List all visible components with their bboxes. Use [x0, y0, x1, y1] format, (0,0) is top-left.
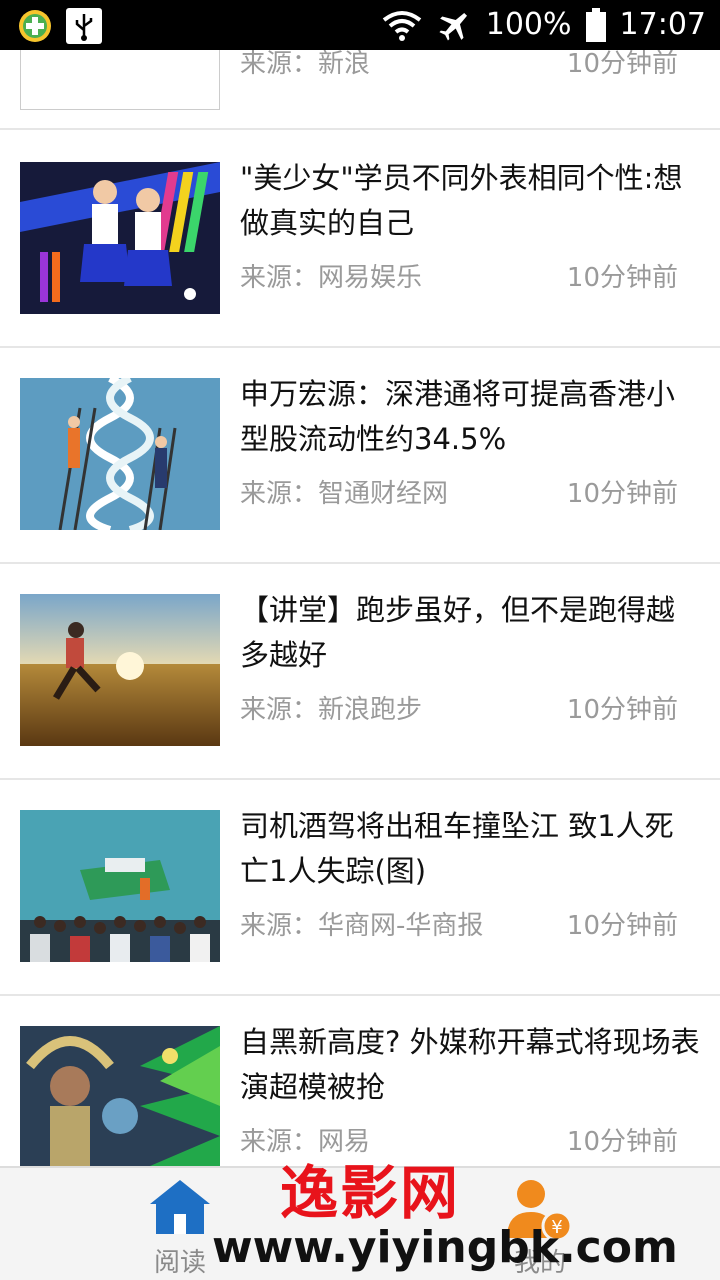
stage-performance-image — [20, 162, 220, 314]
news-time: 10分钟前 — [566, 263, 678, 293]
news-item[interactable]: "美少女"学员不同外表相同个性:想做真实的自己 来源：网易娱乐 10分钟前 — [0, 132, 720, 348]
news-time: 10分钟前 — [566, 1127, 678, 1157]
watermark-url: www.yiyingbk.com — [212, 1222, 678, 1273]
news-source: 来源：新浪跑步 — [240, 695, 423, 725]
news-time: 10分钟前 — [566, 695, 678, 725]
battery-percentage: 100% — [485, 7, 572, 42]
news-time: 10分钟前 — [566, 479, 678, 509]
news-item[interactable]: 来源：新浪 10分钟前 — [0, 50, 720, 130]
clock: 17:07 — [619, 7, 706, 42]
news-item[interactable]: 【讲堂】跑步虽好，但不是跑得越多越好 来源：新浪跑步 10分钟前 — [0, 564, 720, 780]
news-title: 自黑新高度? 外媒称开幕式将现场表演超模被抢 — [240, 1025, 700, 1104]
status-bar: 100% 17:07 — [0, 0, 720, 50]
news-title: 司机酒驾将出租车撞坠江 致1人死亡1人失踪(图) — [240, 809, 674, 888]
car-river-rescue-image — [20, 810, 220, 962]
carnival-dancer-image — [20, 1026, 220, 1166]
news-time: 10分钟前 — [566, 50, 678, 79]
runner-sunset-image — [20, 594, 220, 746]
dna-ladder-illustration — [20, 378, 220, 530]
news-thumbnail — [20, 50, 220, 110]
360-security-icon — [19, 10, 51, 42]
home-icon — [150, 1180, 210, 1234]
news-source: 来源：网易娱乐 — [240, 263, 423, 293]
news-item[interactable]: 司机酒驾将出租车撞坠江 致1人死亡1人失踪(图) 来源：华商网-华商报 10分钟… — [0, 780, 720, 996]
news-title: "美少女"学员不同外表相同个性:想做真实的自己 — [240, 161, 683, 240]
news-source: 来源：华商网-华商报 — [240, 911, 484, 941]
news-title: 【讲堂】跑步虽好，但不是跑得越多越好 — [240, 593, 676, 672]
battery-icon — [585, 8, 606, 42]
usb-icon — [66, 8, 102, 44]
news-item[interactable]: 自黑新高度? 外媒称开幕式将现场表演超模被抢 来源：网易 10分钟前 — [0, 996, 720, 1166]
news-source: 来源：智通财经网 — [240, 479, 449, 509]
news-feed[interactable]: 来源：新浪 10分钟前 "美少女"学员不同外表相同个性:想做真实的自己 来源：网… — [0, 50, 720, 1166]
news-item[interactable]: 申万宏源：深港通将可提高香港小型股流动性约34.5% 来源：智通财经网 10分钟… — [0, 348, 720, 564]
watermark-text: 逸影网 — [280, 1159, 461, 1227]
news-time: 10分钟前 — [566, 911, 678, 941]
news-title: 申万宏源：深港通将可提高香港小型股流动性约34.5% — [240, 377, 676, 456]
wifi-icon — [382, 11, 421, 41]
airplane-mode-icon — [439, 12, 467, 41]
news-source: 来源：新浪 — [240, 50, 371, 79]
